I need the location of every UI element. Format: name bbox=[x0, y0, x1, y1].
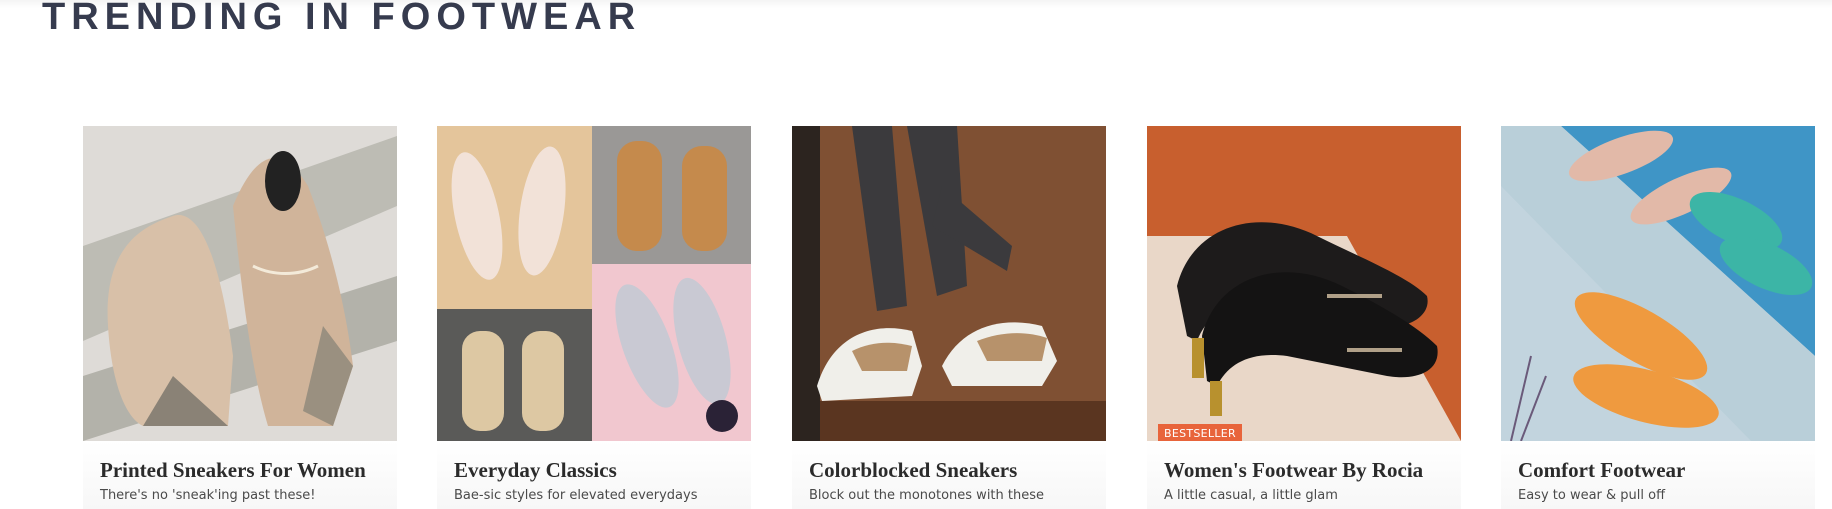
card-subtitle: There's no 'sneak'ing past these! bbox=[100, 488, 316, 503]
card-title[interactable]: Colorblocked Sneakers bbox=[809, 458, 1017, 483]
card-caption: Colorblocked Sneakers Block out the mono… bbox=[792, 441, 1106, 509]
product-card-comfort-footwear[interactable]: Comfort Footwear Easy to wear & pull off bbox=[1501, 126, 1815, 509]
card-caption: Women's Footwear By Rocia A little casua… bbox=[1147, 441, 1461, 509]
product-card-everyday-classics[interactable]: Everyday Classics Bae-sic styles for ele… bbox=[437, 126, 751, 509]
card-title[interactable]: Printed Sneakers For Women bbox=[100, 458, 366, 483]
card-caption: Comfort Footwear Easy to wear & pull off bbox=[1501, 441, 1815, 509]
card-image-printed-sneakers[interactable] bbox=[83, 126, 397, 441]
product-card-rocia[interactable]: BESTSELLER Women's Footwear By Rocia A l… bbox=[1147, 126, 1461, 509]
card-image-everyday-classics[interactable] bbox=[437, 126, 751, 441]
card-subtitle: Block out the monotones with these bbox=[809, 488, 1045, 503]
card-subtitle: Easy to wear & pull off bbox=[1518, 488, 1666, 503]
product-card-printed-sneakers[interactable]: Printed Sneakers For Women There's no 's… bbox=[83, 126, 397, 509]
section-title: TRENDING IN FOOTWEAR bbox=[42, 0, 642, 38]
product-card-colorblocked-sneakers[interactable]: Colorblocked Sneakers Block out the mono… bbox=[792, 126, 1106, 509]
card-caption: Printed Sneakers For Women There's no 's… bbox=[83, 441, 397, 509]
card-image-comfort-footwear[interactable] bbox=[1501, 126, 1815, 441]
card-image-colorblocked-sneakers[interactable] bbox=[792, 126, 1106, 441]
card-title[interactable]: Women's Footwear By Rocia bbox=[1164, 458, 1423, 483]
card-title[interactable]: Comfort Footwear bbox=[1518, 458, 1685, 483]
card-subtitle: A little casual, a little glam bbox=[1164, 488, 1338, 503]
card-caption: Everyday Classics Bae-sic styles for ele… bbox=[437, 441, 751, 509]
card-subtitle: Bae-sic styles for elevated everydays bbox=[454, 488, 698, 503]
bestseller-badge: BESTSELLER bbox=[1158, 424, 1242, 441]
card-title[interactable]: Everyday Classics bbox=[454, 458, 617, 483]
card-image-rocia[interactable]: BESTSELLER bbox=[1147, 126, 1461, 441]
